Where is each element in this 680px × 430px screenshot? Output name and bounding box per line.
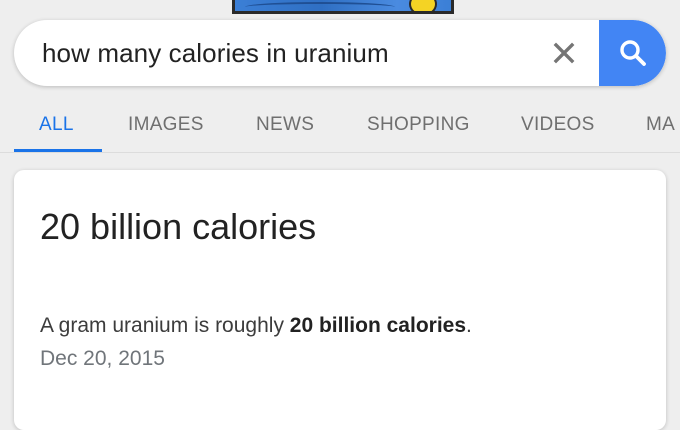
snippet-end: .: [466, 314, 472, 337]
answer-snippet: A gram uranium is roughly 20 billion cal…: [40, 314, 472, 338]
tab-news[interactable]: NEWS: [256, 114, 314, 136]
clear-search-button[interactable]: [547, 36, 581, 70]
tab-images[interactable]: IMAGES: [128, 114, 204, 136]
search-input[interactable]: how many calories in uranium: [42, 38, 389, 69]
answer-date: Dec 20, 2015: [40, 347, 165, 370]
tab-shopping[interactable]: SHOPPING: [367, 114, 470, 136]
search-button[interactable]: [599, 20, 666, 86]
tab-videos[interactable]: VIDEOS: [521, 114, 595, 136]
search-tabs: ALL IMAGES NEWS SHOPPING VIDEOS MA: [0, 96, 680, 154]
snippet-highlight: 20 billion calories: [289, 314, 467, 337]
doodle-logo[interactable]: [232, 0, 454, 14]
tab-all[interactable]: ALL: [39, 114, 74, 136]
tab-maps[interactable]: MA: [646, 114, 675, 136]
doodle-wave: [245, 2, 395, 11]
search-bar: how many calories in uranium: [14, 20, 666, 86]
answer-heading: 20 billion calories: [40, 206, 317, 247]
close-icon: [553, 42, 575, 64]
search-icon: [619, 40, 646, 66]
answer-card: 20 billion calories A gram uranium is ro…: [14, 170, 666, 430]
snippet-text: A gram uranium is roughly: [40, 314, 290, 337]
tabs-divider: [0, 152, 680, 153]
doodle-character: [409, 0, 437, 11]
